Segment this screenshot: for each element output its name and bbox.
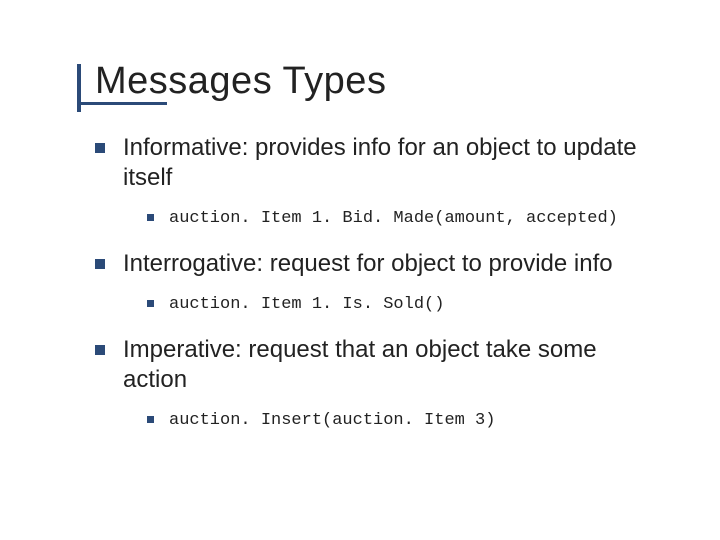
bullet-list-level2: auction. Item 1. Bid. Made(amount, accep… <box>123 207 640 231</box>
list-item-text: Imperative: request that an object take … <box>123 336 597 393</box>
code-item: auction. Item 1. Bid. Made(amount, accep… <box>123 207 640 231</box>
list-item: Imperative: request that an object take … <box>95 335 640 433</box>
bullet-list-level2: auction. Insert(auction. Item 3) <box>123 409 640 433</box>
slide: Messages Types Informative: provides inf… <box>0 0 720 540</box>
slide-title: Messages Types <box>95 60 640 103</box>
title-accent-horizontal <box>77 102 167 105</box>
bullet-list-level2: auction. Item 1. Is. Sold() <box>123 293 640 317</box>
code-item: auction. Insert(auction. Item 3) <box>123 409 640 433</box>
title-area: Messages Types <box>95 60 640 103</box>
bullet-list-level1: Informative: provides info for an object… <box>95 133 640 432</box>
list-item: Interrogative: request for object to pro… <box>95 249 640 317</box>
list-item: Informative: provides info for an object… <box>95 133 640 231</box>
code-item: auction. Item 1. Is. Sold() <box>123 293 640 317</box>
list-item-text: Informative: provides info for an object… <box>123 134 637 191</box>
list-item-text: Interrogative: request for object to pro… <box>123 250 613 277</box>
